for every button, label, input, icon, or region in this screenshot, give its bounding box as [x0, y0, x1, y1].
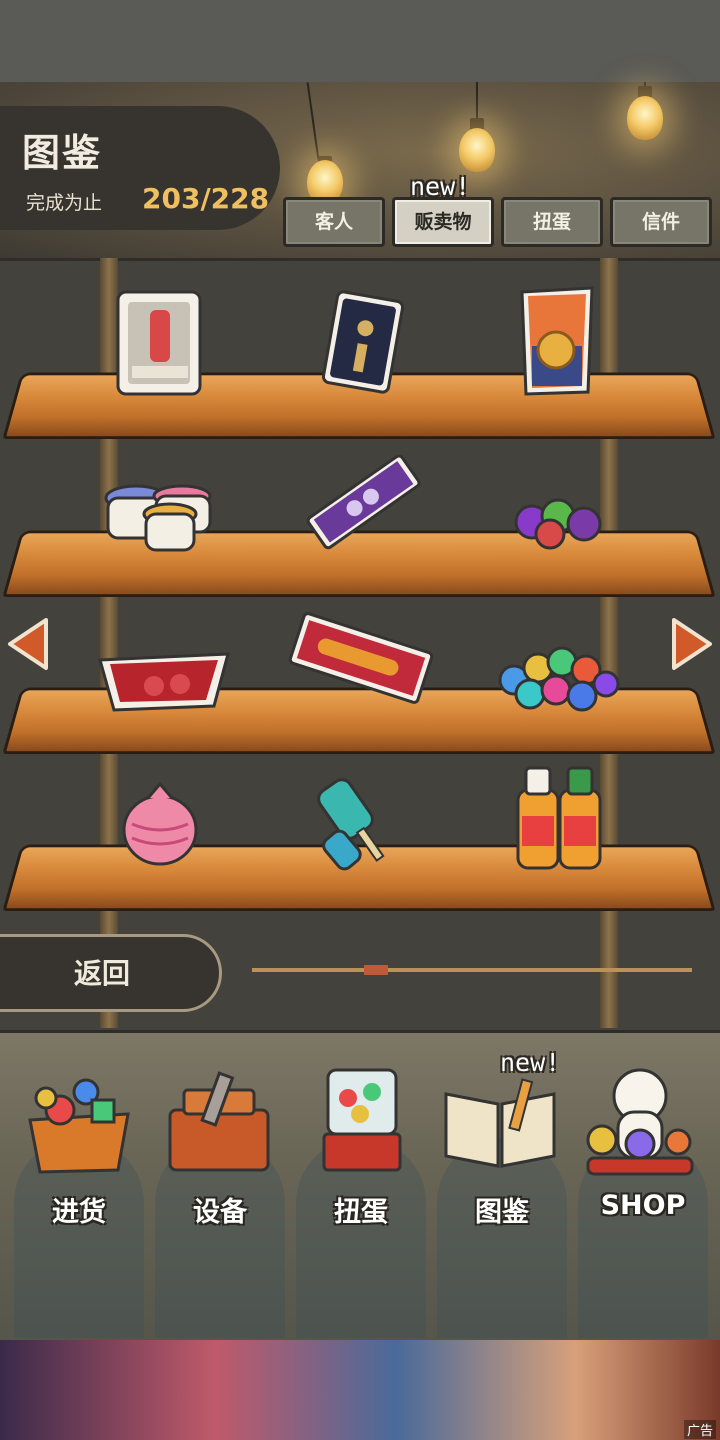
coin-candy-bag-icon[interactable] — [516, 284, 598, 398]
page-slider-thumb[interactable] — [364, 965, 388, 975]
tab-letters[interactable]: 信件 — [610, 197, 712, 247]
nav-label-restock[interactable]: 进货 — [14, 1190, 144, 1229]
top-strip — [0, 0, 720, 82]
tab-gacha[interactable]: 扭蛋 — [501, 197, 603, 247]
jelly-tray-icon[interactable] — [94, 636, 234, 716]
snack-stick-pack-icon[interactable] — [286, 608, 436, 708]
new-badge: new! — [410, 172, 470, 201]
pudding-cups-icon[interactable] — [100, 480, 216, 556]
marble-candies-icon[interactable] — [494, 638, 624, 716]
nav-label-equipment[interactable]: 设备 — [155, 1190, 285, 1229]
gumdrops-icon[interactable] — [508, 496, 608, 552]
nav-label-shop[interactable]: SHOP — [578, 1190, 708, 1221]
progress-value: 203/228 — [142, 182, 269, 215]
fruit-soda-bottles-icon[interactable] — [508, 760, 608, 872]
toolbox-icon[interactable] — [158, 1070, 280, 1178]
nav-label-collection[interactable]: 图鉴 — [437, 1190, 567, 1229]
gacha-machine-icon[interactable] — [318, 1064, 406, 1178]
tab-guests[interactable]: 客人 — [283, 197, 385, 247]
back-label: 返回 — [74, 952, 130, 992]
new-badge: new! — [500, 1048, 560, 1077]
lamp-wire — [476, 82, 478, 122]
purple-candy-bar-icon[interactable] — [300, 446, 426, 556]
ad-label: 广告 — [684, 1420, 716, 1439]
open-book-icon[interactable] — [440, 1074, 560, 1172]
lightbulb-icon — [459, 128, 495, 172]
tab-merchandise[interactable]: 贩卖物 — [392, 197, 494, 247]
nav-label-gacha[interactable]: 扭蛋 — [296, 1190, 426, 1229]
goods-basket-icon[interactable] — [20, 1070, 138, 1178]
prev-page-arrow-icon[interactable] — [6, 616, 50, 672]
balloon-candy-icon[interactable] — [118, 780, 202, 870]
next-page-arrow-icon[interactable] — [670, 616, 714, 672]
boxed-drink-candy-icon[interactable] — [114, 288, 204, 398]
page-slider-track[interactable] — [252, 968, 692, 972]
progress-label: 完成为止 — [26, 188, 102, 215]
lucky-cat-icon[interactable] — [582, 1060, 698, 1178]
black-card-pack-icon[interactable] — [318, 290, 408, 394]
ice-pops-icon[interactable] — [306, 764, 416, 874]
ad-banner[interactable] — [0, 1340, 720, 1440]
page-title: 图鉴 — [22, 122, 102, 177]
lightbulb-icon — [627, 96, 663, 140]
